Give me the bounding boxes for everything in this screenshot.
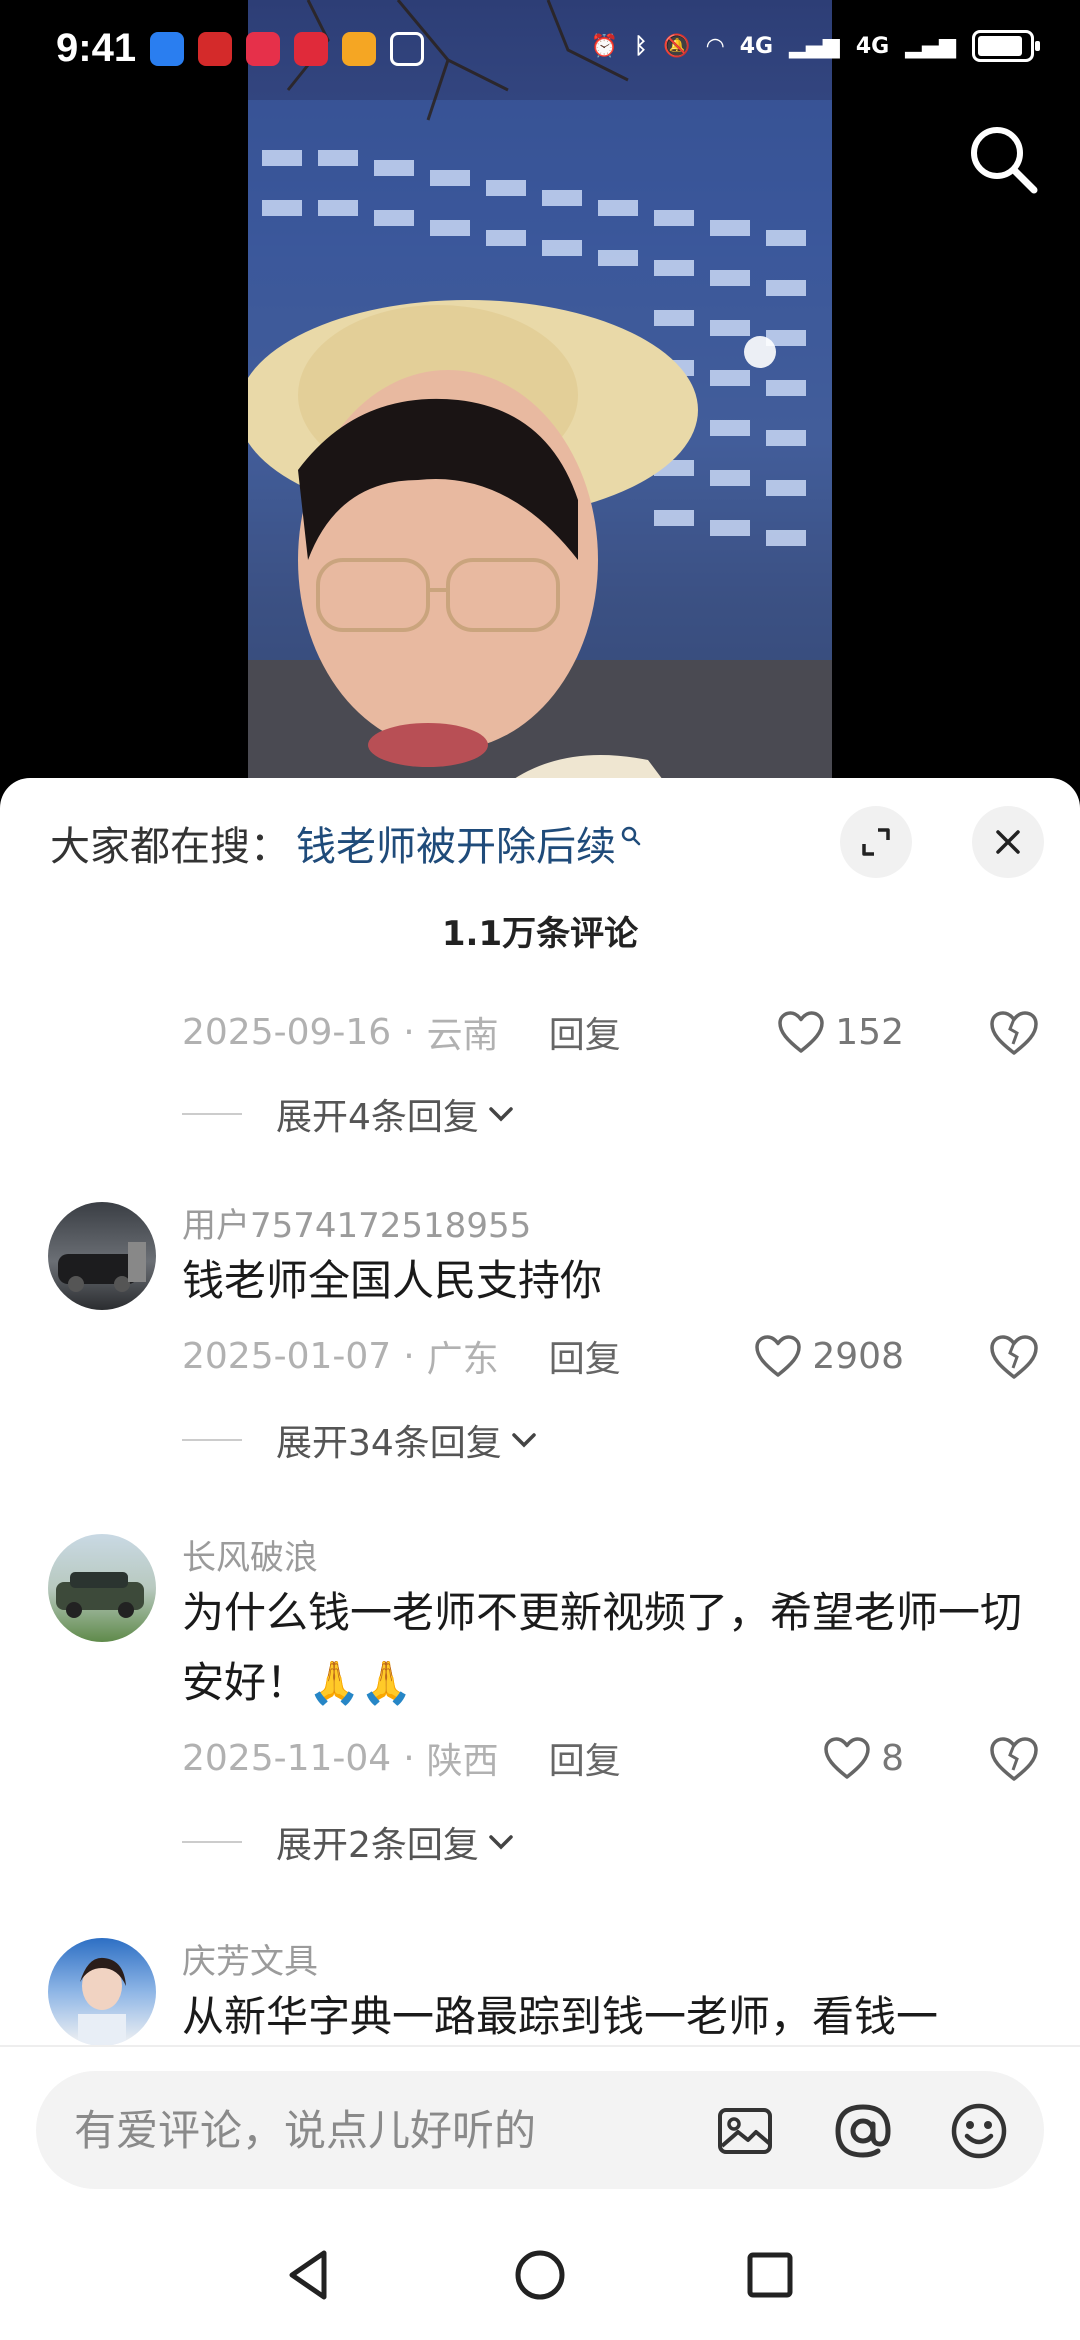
close-icon: [996, 830, 1020, 854]
signal-1-icon: ▂▄▆: [789, 33, 840, 59]
signal-2-icon: ▂▄▆: [905, 33, 956, 59]
comment-username[interactable]: 用户7574172518955: [182, 1198, 531, 1247]
expand-replies-label: 展开34条回复: [276, 1423, 502, 1464]
avatar[interactable]: [48, 1202, 156, 1310]
recents-icon[interactable]: [740, 2245, 800, 2305]
like-button[interactable]: 152: [777, 1010, 904, 1054]
video-content-illustration: [248, 0, 832, 800]
comment-username[interactable]: 长风破浪: [182, 1530, 318, 1579]
comment-meta: 2025-11-04 · 陕西 回复 8: [182, 1728, 1042, 1788]
status-time: 9:41: [56, 26, 137, 70]
heart-icon: [778, 1011, 825, 1053]
close-button[interactable]: [972, 806, 1044, 878]
bluetooth-icon: ᛒ: [634, 33, 648, 59]
home-icon[interactable]: [510, 2245, 570, 2305]
hot-search-term[interactable]: 钱老师被开除后续: [296, 814, 616, 872]
comment-location: 云南: [426, 1015, 499, 1056]
hot-search-bar[interactable]: 大家都在搜： 钱老师被开除后续: [50, 814, 642, 872]
at-icon[interactable]: [832, 2100, 894, 2162]
broken-heart-icon[interactable]: [986, 1730, 1042, 1786]
comment-input[interactable]: [74, 2071, 714, 2189]
chevron-down-icon: [489, 1835, 513, 1850]
comment-text: 从新华字典一路最踪到钱一老师，看钱一: [182, 1992, 939, 2041]
alarm-icon: ⏰: [590, 33, 619, 59]
comment-text: 钱老师全国人民支持你: [182, 1256, 603, 1305]
like-count: 8: [881, 1737, 904, 1779]
comment-username[interactable]: 庆芳文具: [182, 1934, 318, 1983]
small-search-icon: [621, 826, 641, 846]
expand-divider: [182, 1841, 242, 1843]
comment-date: 2025-09-16: [182, 1011, 392, 1053]
system-navigation-bar: [0, 2210, 1080, 2340]
expand-icon: [862, 828, 890, 856]
comment-date: 2025-11-04: [182, 1737, 392, 1779]
emoji-icon[interactable]: [948, 2100, 1010, 2162]
video-frame: [248, 0, 832, 800]
chevron-down-icon: [489, 1107, 513, 1122]
comment-input-container[interactable]: [36, 2071, 1044, 2189]
meta-separator: ·: [403, 1737, 415, 1779]
comment-date: 2025-01-07: [182, 1335, 392, 1377]
expand-replies-label: 展开2条回复: [276, 1825, 479, 1866]
broken-heart-icon[interactable]: [986, 1004, 1042, 1060]
expand-replies-button[interactable]: 展开4条回复: [182, 1088, 515, 1140]
portrait-avatar-image: [78, 1957, 126, 2046]
broken-heart-icon[interactable]: [986, 1328, 1042, 1384]
chevron-down-icon: [512, 1433, 536, 1448]
back-icon[interactable]: [280, 2245, 340, 2305]
signal-2-label: 4G: [855, 33, 890, 59]
like-button[interactable]: 8: [823, 1736, 904, 1780]
battery-icon: [972, 30, 1040, 62]
comment-meta: 2025-09-16 · 云南 回复 152: [182, 1002, 1042, 1062]
expand-button[interactable]: [840, 806, 912, 878]
like-button[interactable]: 2908: [754, 1334, 904, 1378]
system-status-icons: ⏰ ᛒ 🔕 ◠ 4G ▂▄▆ 4G ▂▄▆: [590, 30, 1040, 62]
avatar[interactable]: [48, 1534, 156, 1642]
car-avatar-image: [58, 1242, 146, 1292]
comment-meta: 2025-01-07 · 广东 回复 2908: [182, 1326, 1042, 1386]
suv-avatar-image: [56, 1572, 144, 1618]
home-app-icon: [246, 32, 280, 66]
video-player[interactable]: [0, 0, 1080, 800]
heart-icon: [755, 1335, 802, 1377]
comment-item: 长风破浪 为什么钱一老师不更新视频了，希望老师一切安好！🙏🙏 2025-11-0…: [0, 1530, 1080, 1940]
expand-divider: [182, 1439, 242, 1441]
expand-replies-label: 展开4条回复: [276, 1097, 479, 1138]
comment-text: 为什么钱一老师不更新视频了，希望老师一切安好！🙏🙏: [182, 1588, 1023, 1707]
expand-replies-button[interactable]: 展开2条回复: [182, 1816, 515, 1868]
reply-button[interactable]: 回复: [549, 1732, 621, 1784]
like-count: 152: [835, 1011, 904, 1053]
notification-icons: [150, 32, 424, 66]
comment-list[interactable]: 2025-09-16 · 云南 回复 152 展开4条回复 用户75741725…: [0, 998, 1080, 2148]
meta-separator: ·: [403, 1335, 415, 1377]
heart-icon: [824, 1737, 870, 1779]
avatar[interactable]: [48, 1938, 156, 2046]
comment-count: 1.1万条评论: [441, 914, 639, 954]
expand-replies-button[interactable]: 展开34条回复: [182, 1414, 538, 1466]
nfc-icon: [390, 32, 424, 66]
orange-app-icon: [342, 32, 376, 66]
comment-location: 陕西: [426, 1741, 499, 1782]
comment-input-bar: [0, 2045, 1080, 2210]
comment-location: 广东: [426, 1339, 499, 1380]
wifi-icon: ◠: [706, 33, 724, 59]
image-icon[interactable]: [714, 2100, 776, 2162]
like-count: 2908: [812, 1335, 904, 1377]
meta-separator: ·: [403, 1011, 415, 1053]
comment-item: 用户7574172518955 钱老师全国人民支持你 2025-01-07 · …: [0, 1198, 1080, 1538]
status-bar: 9:41 ⏰ ᛒ 🔕 ◠ 4G ▂▄▆ 4G ▂▄▆: [0, 0, 1080, 100]
search-icon[interactable]: [964, 120, 1044, 200]
comment-sheet: 大家都在搜： 钱老师被开除后续 1.1万条评论 2025-09-16 · 云南 …: [0, 778, 1080, 2340]
mute-icon: 🔕: [663, 33, 691, 59]
shield-app-icon: [150, 32, 184, 66]
comment-sheet-header: 大家都在搜： 钱老师被开除后续 1.1万条评论: [0, 778, 1080, 998]
huawei-app-icon: [198, 32, 232, 66]
signal-1-label: 4G: [739, 33, 774, 59]
reply-button[interactable]: 回复: [549, 1006, 621, 1058]
comment-item: 2025-09-16 · 云南 回复 152 展开4条回复: [0, 998, 1080, 1198]
reply-button[interactable]: 回复: [549, 1330, 621, 1382]
hot-search-label: 大家都在搜：: [50, 824, 290, 870]
heart-app-icon: [294, 32, 328, 66]
expand-divider: [182, 1113, 242, 1115]
